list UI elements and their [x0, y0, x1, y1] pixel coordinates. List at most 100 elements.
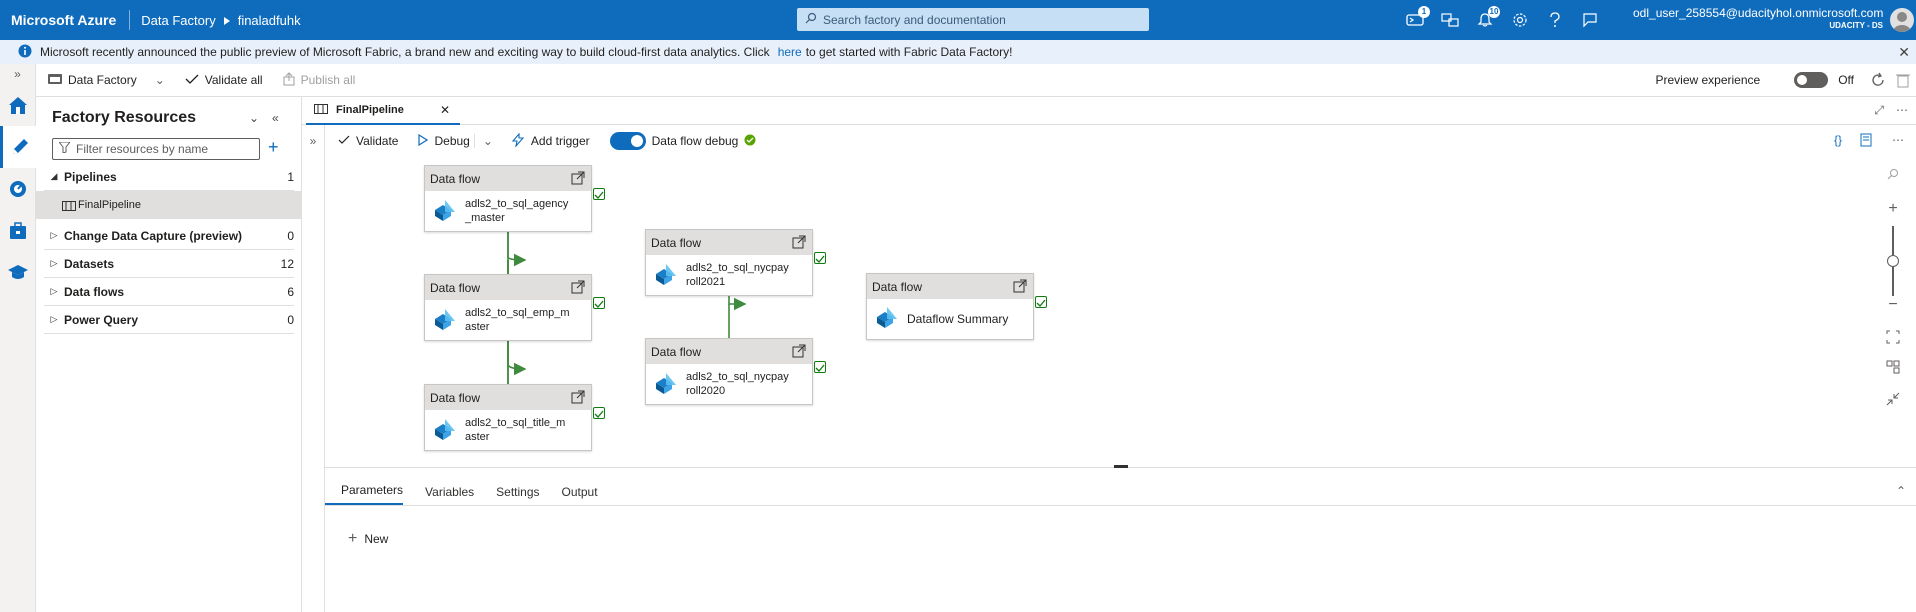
- open-external-icon[interactable]: [1013, 279, 1027, 293]
- validate-all-label: Validate all: [204, 73, 263, 87]
- zoom-slider[interactable]: [1878, 226, 1908, 296]
- banner-link-here[interactable]: here: [778, 45, 802, 59]
- expand-rail-icon[interactable]: »: [0, 64, 35, 84]
- user-account[interactable]: odl_user_258554@udacityhol.onmicrosoft.c…: [1633, 6, 1883, 32]
- monitor-icon[interactable]: [0, 168, 36, 210]
- success-check-icon[interactable]: [593, 297, 605, 309]
- validate-button[interactable]: Validate: [324, 134, 408, 148]
- open-external-icon[interactable]: [571, 390, 585, 404]
- user-tenant: UDACITY - DS: [1829, 21, 1883, 30]
- home-icon[interactable]: [0, 84, 36, 126]
- tab-output[interactable]: Output: [540, 473, 598, 505]
- add-resource-button[interactable]: +: [268, 137, 279, 158]
- collapse-panel-icon[interactable]: «: [272, 111, 279, 125]
- breadcrumb-factory-name[interactable]: finaladfuhk: [238, 13, 301, 28]
- help-icon[interactable]: [1544, 9, 1566, 31]
- expand-activities-icon[interactable]: »: [302, 134, 324, 148]
- resource-change-data-capture[interactable]: ▷ Change Data Capture (preview) 0: [44, 222, 294, 250]
- resource-power-query[interactable]: ▷ Power Query 0: [44, 306, 294, 334]
- open-external-icon[interactable]: [571, 171, 585, 185]
- activity-type: Data flow: [646, 230, 812, 255]
- open-external-icon[interactable]: [792, 344, 806, 358]
- fit-to-screen-icon[interactable]: [1878, 322, 1908, 354]
- open-external-icon[interactable]: [792, 235, 806, 249]
- success-check-icon[interactable]: [593, 407, 605, 419]
- close-icon[interactable]: ✕: [1898, 44, 1910, 61]
- open-external-icon[interactable]: [571, 280, 585, 294]
- pipeline-toolbar: » Validate Debug ⌄ Add trigger Data flow…: [302, 125, 1916, 157]
- activity-type: Data flow: [646, 339, 812, 364]
- code-braces-icon[interactable]: {}: [1834, 133, 1842, 150]
- activity-type: Data flow: [867, 274, 1033, 299]
- filter-resources-input[interactable]: Filter resources by name: [52, 138, 260, 160]
- success-check-icon[interactable]: [593, 188, 605, 200]
- resource-final-pipeline[interactable]: FinalPipeline: [36, 191, 302, 219]
- publish-all-button[interactable]: Publish all: [273, 71, 366, 89]
- new-parameter-button[interactable]: + New: [348, 530, 388, 548]
- dataflow-icon: [431, 307, 457, 334]
- data-factory-dropdown[interactable]: Data Factory ⌄: [36, 73, 175, 88]
- cloud-shell-icon[interactable]: 1: [1404, 6, 1430, 31]
- zoom-thumb[interactable]: [1887, 255, 1899, 267]
- search-canvas-icon[interactable]: [1878, 168, 1908, 190]
- resource-datasets[interactable]: ▷ Datasets 12: [44, 250, 294, 278]
- tab-settings[interactable]: Settings: [474, 473, 539, 505]
- tab-final-pipeline[interactable]: FinalPipeline ✕: [306, 97, 460, 125]
- activity-nycpayroll2021[interactable]: Data flow adls2_to_sql_nycpayroll2021: [645, 229, 826, 296]
- collapse-all-icon[interactable]: ⌄: [249, 111, 259, 125]
- notifications-icon[interactable]: 10: [1474, 6, 1500, 31]
- zoom-in-icon[interactable]: +: [1878, 200, 1908, 226]
- activity-title-master[interactable]: Data flow adls2_to_sql_title_master: [424, 384, 605, 451]
- close-tab-icon[interactable]: ✕: [440, 103, 450, 117]
- success-check-icon[interactable]: [1035, 296, 1047, 308]
- resource-pipelines[interactable]: ◢ Pipelines 1: [44, 163, 294, 191]
- author-pencil-icon[interactable]: [0, 126, 36, 168]
- search-input[interactable]: Search factory and documentation: [797, 8, 1149, 31]
- tab-variables[interactable]: Variables: [403, 473, 474, 505]
- manage-toolbox-icon[interactable]: [0, 210, 36, 252]
- more-icon[interactable]: ⋯: [1896, 103, 1908, 118]
- discard-icon[interactable]: [1896, 72, 1910, 91]
- debug-dropdown-icon[interactable]: ⌄: [473, 134, 501, 148]
- activity-dataflow-summary[interactable]: Data flow Dataflow Summary: [866, 273, 1047, 340]
- success-check-icon[interactable]: [814, 252, 826, 264]
- caret-right-icon: ▷: [50, 230, 58, 240]
- tab-parameters[interactable]: Parameters: [325, 473, 404, 505]
- splitter-handle[interactable]: [1114, 465, 1128, 468]
- dataflow-icon: [652, 371, 678, 398]
- breadcrumb-data-factory[interactable]: Data Factory: [141, 13, 215, 28]
- dataflow-debug-toggle[interactable]: [609, 132, 646, 150]
- success-check-icon[interactable]: [814, 361, 826, 373]
- preview-label: Preview experience: [1655, 73, 1761, 87]
- preview-toggle[interactable]: [1794, 72, 1829, 88]
- more-options-icon[interactable]: ⋯: [1892, 133, 1904, 150]
- activity-agency-master[interactable]: Data flow adls2_to_sql_agency_master: [424, 165, 605, 232]
- activity-name: adls2_to_sql_emp_master: [465, 307, 570, 333]
- collapse-canvas-icon[interactable]: [1878, 386, 1908, 418]
- caret-down-icon: ◢: [50, 171, 58, 181]
- activity-emp-master[interactable]: Data flow adls2_to_sql_emp_master: [424, 274, 605, 341]
- info-icon: [18, 44, 32, 61]
- add-trigger-button[interactable]: Add trigger: [501, 132, 600, 150]
- pipeline-canvas[interactable]: Data flow adls2_to_sql_agency_master Dat…: [325, 157, 1900, 467]
- activity-type: Data flow: [425, 166, 591, 191]
- settings-gear-icon[interactable]: [1509, 9, 1531, 31]
- cloud-badge: 1: [1418, 6, 1430, 18]
- maximize-icon[interactable]: ⤢: [1874, 103, 1884, 118]
- tab-tools: ⤢ ⋯: [1874, 103, 1908, 118]
- collapse-panel-icon[interactable]: ⌃: [1896, 484, 1906, 498]
- avatar[interactable]: [1890, 8, 1914, 32]
- refresh-icon[interactable]: [1870, 72, 1886, 91]
- trigger-icon: [511, 132, 525, 150]
- directory-switch-icon[interactable]: [1439, 9, 1461, 31]
- learning-cap-icon[interactable]: [0, 252, 36, 294]
- feedback-icon[interactable]: [1579, 9, 1601, 31]
- activity-nycpayroll2020[interactable]: Data flow adls2_to_sql_nycpayroll2020: [645, 338, 826, 405]
- resource-data-flows[interactable]: ▷ Data flows 6: [44, 278, 294, 306]
- brand-title[interactable]: Microsoft Azure: [0, 10, 131, 30]
- validate-all-button[interactable]: Validate all: [175, 73, 273, 88]
- auto-align-icon[interactable]: [1878, 354, 1908, 386]
- properties-icon[interactable]: [1860, 133, 1874, 150]
- zoom-out-icon[interactable]: −: [1878, 296, 1908, 322]
- debug-button[interactable]: Debug: [408, 133, 473, 149]
